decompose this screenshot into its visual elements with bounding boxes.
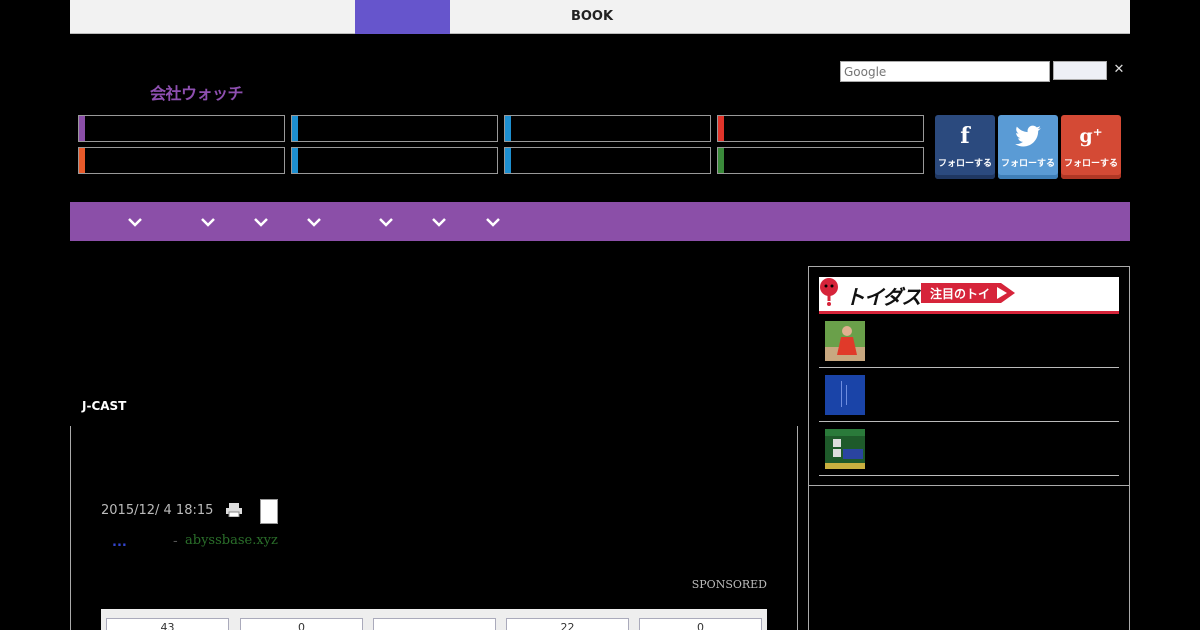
category-grid [78,115,926,175]
ad-separator: - [173,534,178,549]
featured-badge: 注目のトイ [921,283,1015,303]
category-link[interactable] [717,115,924,142]
google-plus-icon: g⁺ [1079,125,1103,147]
chevron-down-icon[interactable] [127,214,143,230]
article-frame [70,426,798,630]
category-accent [505,148,511,173]
facebook-icon: f [960,123,970,149]
category-accent [292,116,298,141]
question-mark-icon [820,278,838,306]
sidebar-list-item[interactable] [819,422,1119,476]
category-accent [79,148,85,173]
page: BOOK ✕ 会社ウォッチ f フォローする フォローする g⁺ フォローする [0,0,1200,630]
category-link[interactable] [504,115,711,142]
category-link[interactable] [291,115,498,142]
chevron-down-icon[interactable] [485,214,501,230]
category-link[interactable] [78,147,285,174]
category-link[interactable] [78,115,285,142]
facebook-follow-button[interactable]: f フォローする [935,115,995,179]
category-accent [79,116,85,141]
share-count[interactable]: 0 [639,618,762,630]
share-count[interactable]: 43 [106,618,229,630]
tab-active[interactable] [355,0,450,34]
twitter-icon [998,115,1058,157]
follow-label: フォローする [937,159,992,169]
main-nav [70,202,1130,241]
toidas-brand: トイダス [845,285,921,309]
blue-book-cover [825,375,865,415]
category-link[interactable] [291,147,498,174]
chevron-down-icon[interactable] [431,214,447,230]
category-accent [292,148,298,173]
share-count-strip: 43 0 22 0 [101,609,767,630]
category-link[interactable] [504,147,711,174]
search-input[interactable] [840,61,1050,82]
right-sidebar: トイダス 注目のトイ [808,266,1130,630]
toidas-header[interactable]: トイダス 注目のトイ [819,277,1119,314]
category-accent [718,116,724,141]
close-icon[interactable]: ✕ [1112,62,1126,78]
google-plus-follow-button[interactable]: g⁺ フォローする [1061,115,1121,179]
chevron-down-icon[interactable] [378,214,394,230]
share-count[interactable]: 0 [240,618,363,630]
category-link[interactable] [717,147,924,174]
follow-label: フォローする [1063,159,1118,169]
top-tab-bar: BOOK [70,0,1130,34]
article-source: J-CAST [82,399,127,413]
ad-link[interactable]: ... [112,535,127,550]
site-logo[interactable]: 会社ウォッチ [150,80,244,104]
category-accent [505,116,511,141]
article-date: 2015/12/ 4 18:15 [101,503,214,518]
sidebar-list-item[interactable] [819,368,1119,422]
featured-badge-text: 注目のトイ [930,286,990,301]
sidebar-list-item[interactable] [819,314,1119,368]
chevron-down-icon[interactable] [253,214,269,230]
chevron-down-icon[interactable] [306,214,322,230]
share-button[interactable] [260,499,278,524]
railway-quiz-cover [825,429,865,469]
category-accent [718,148,724,173]
print-icon[interactable] [226,503,242,517]
sponsored-label: SPONSORED [691,578,767,591]
twitter-follow-button[interactable]: フォローする [998,115,1058,179]
divider [809,485,1129,486]
search-button[interactable] [1053,61,1107,80]
red-dress-photo [825,321,865,361]
tab-book[interactable]: BOOK [540,0,644,34]
share-count[interactable] [373,618,496,630]
ad-domain[interactable]: abyssbase.xyz [185,533,278,548]
follow-label: フォローする [1000,159,1055,169]
share-count[interactable]: 22 [506,618,629,630]
chevron-down-icon[interactable] [200,214,216,230]
